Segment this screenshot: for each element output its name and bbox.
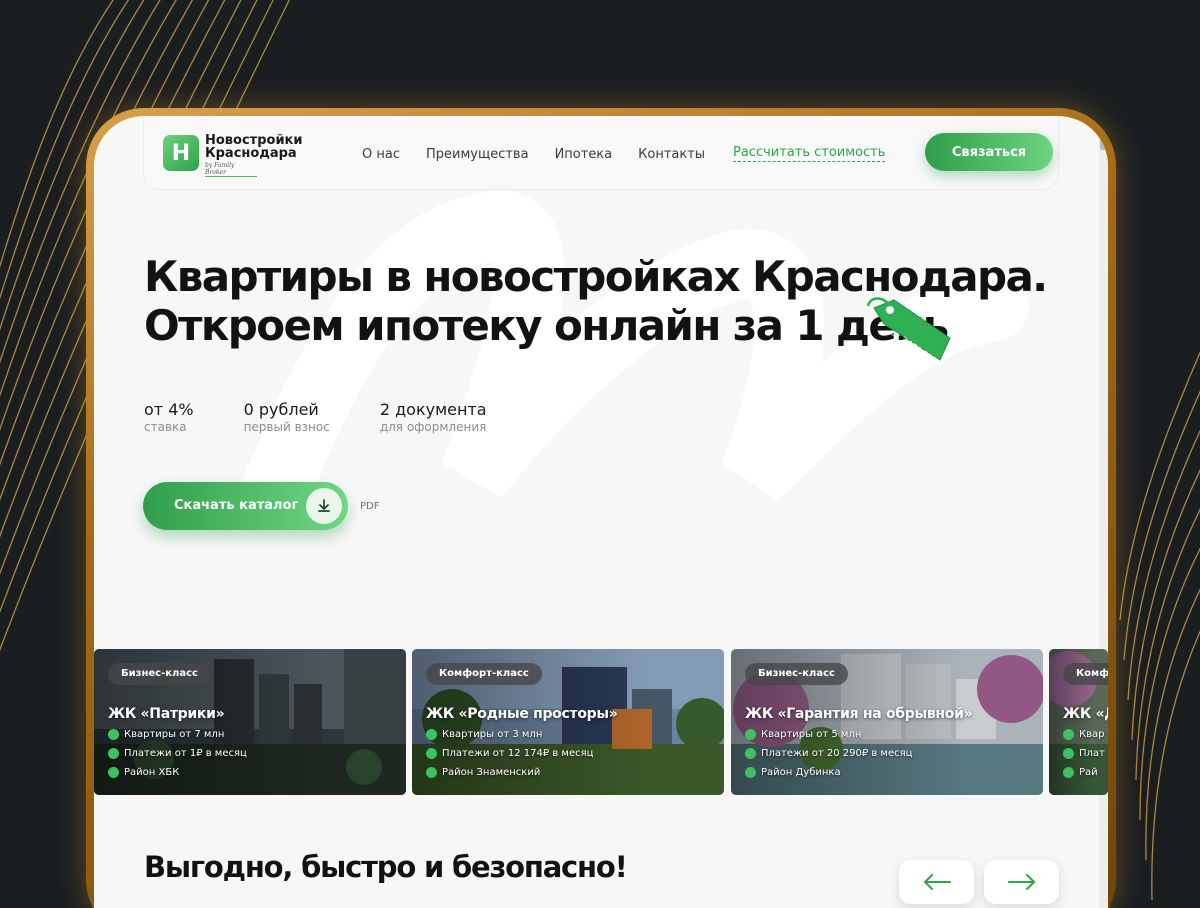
card-class-badge: Бизнес-класс [745, 663, 848, 685]
location-icon [1063, 767, 1074, 778]
file-type-label: PDF [360, 501, 380, 512]
carousel-prev-button[interactable] [899, 860, 974, 904]
ruble-icon [745, 729, 756, 740]
card-feature: Платежи от 20 290₽ в месяц [745, 748, 912, 759]
card-title: ЖК «Д [1063, 706, 1108, 722]
carousel-next-button[interactable] [984, 860, 1059, 904]
nav-item-contacts[interactable]: Контакты [638, 147, 705, 162]
logo-line-2: Краснодара [205, 146, 297, 161]
location-icon [745, 767, 756, 778]
main-nav: О нас Преимущества Ипотека Контакты [362, 147, 705, 162]
stat-down-payment: 0 рублей первый взнос [244, 400, 330, 434]
browser-screen: Н Новостройки Краснодара by Family Broke… [94, 116, 1108, 908]
card-feature: Квар [1063, 729, 1104, 740]
ruble-icon [426, 748, 437, 759]
ruble-icon [1063, 729, 1074, 740]
location-icon [426, 767, 437, 778]
location-icon [108, 767, 119, 778]
section-title: Выгодно, быстро и безопасно! [144, 850, 628, 884]
nav-item-advantages[interactable]: Преимущества [426, 147, 529, 162]
nav-item-mortgage[interactable]: Ипотека [555, 147, 613, 162]
card-class-badge: Комфорт-класс [426, 663, 542, 685]
contact-button[interactable]: Связаться [925, 133, 1053, 171]
ruble-icon [1063, 748, 1074, 759]
calculate-cost-link[interactable]: Рассчитать стоимость [733, 145, 886, 162]
complex-card-rodnye-prostory[interactable]: Комфорт-класс ЖК «Родные просторы» Кварт… [412, 649, 724, 795]
hero-stats: от 4% ставка 0 рублей первый взнос 2 док… [144, 400, 537, 434]
ruble-icon [426, 729, 437, 740]
logo-letter: Н [171, 140, 191, 166]
card-title: ЖК «Гарантия на обрывной» [745, 706, 973, 722]
scrollbar-thumb[interactable] [1100, 132, 1107, 150]
complex-card-garantiya[interactable]: Бизнес-класс ЖК «Гарантия на обрывной» К… [731, 649, 1043, 795]
ruble-icon [108, 748, 119, 759]
card-feature: Плат [1063, 748, 1105, 759]
stat-documents: 2 документа для оформления [380, 400, 487, 434]
card-feature: Платежи от 12 174₽ в месяц [426, 748, 593, 759]
card-feature: Квартиры от 5 млн [745, 729, 861, 740]
card-feature: Район Дубинка [745, 767, 841, 778]
logo-subtitle: by Family Broker [205, 162, 257, 177]
card-feature: Район ХБК [108, 767, 179, 778]
download-icon [306, 488, 342, 524]
card-class-badge: Комф [1063, 663, 1108, 685]
logo-icon[interactable]: Н [163, 135, 199, 171]
price-tag-icon [866, 297, 951, 361]
card-feature: Квартиры от 7 млн [108, 729, 224, 740]
stat-rate: от 4% ставка [144, 400, 194, 434]
complex-card-patriki[interactable]: Бизнес-класс ЖК «Патрики» Квартиры от 7 … [94, 649, 406, 795]
complex-card-partial[interactable]: Комф ЖК «Д Квар Плат Рай [1049, 649, 1108, 795]
ruble-icon [745, 748, 756, 759]
nav-item-about[interactable]: О нас [362, 147, 400, 162]
site-header: Н Новостройки Краснодара by Family Broke… [143, 116, 1059, 190]
card-class-badge: Бизнес-класс [108, 663, 211, 685]
stat-value: 0 рублей [243, 400, 319, 419]
download-catalog-label: Скачать каталог [174, 498, 299, 513]
stat-label: первый взнос [243, 420, 330, 434]
download-catalog-button[interactable]: Скачать каталог [143, 482, 348, 530]
stat-label: ставка [144, 420, 187, 434]
ruble-icon [108, 729, 119, 740]
logo-text[interactable]: Новостройки Краснодара by Family Broker [205, 134, 315, 177]
arrow-left-icon [923, 874, 951, 890]
arrow-right-icon [1007, 874, 1035, 890]
card-feature: Квартиры от 3 млн [426, 729, 542, 740]
stat-value: от 4% [144, 400, 194, 419]
stat-label: для оформления [379, 420, 487, 434]
card-title: ЖК «Родные просторы» [426, 706, 618, 722]
complex-cards-carousel: Бизнес-класс ЖК «Патрики» Квартиры от 7 … [94, 649, 1108, 795]
card-feature: Район Знаменский [426, 767, 540, 778]
stat-value: 2 документа [379, 400, 487, 419]
card-title: ЖК «Патрики» [108, 706, 225, 722]
card-feature: Платежи от 1₽ в месяц [108, 748, 247, 759]
card-feature: Рай [1063, 767, 1098, 778]
